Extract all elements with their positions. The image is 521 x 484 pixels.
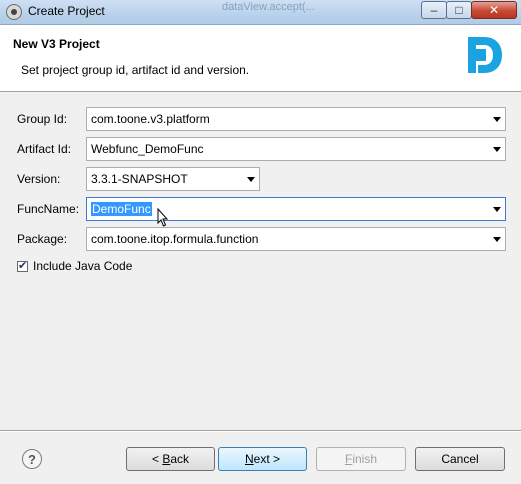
include-java-checkbox[interactable]: ✔: [17, 260, 28, 272]
chevron-down-icon[interactable]: [493, 207, 501, 212]
minimize-button[interactable]: –: [421, 1, 447, 19]
checkmark-icon: ✔: [18, 260, 28, 272]
close-button[interactable]: ✕: [471, 1, 517, 19]
group-id-value: com.toone.v3.platform: [91, 112, 210, 126]
artifact-id-combo[interactable]: Webfunc_DemoFunc: [86, 137, 506, 161]
version-value: 3.3.1-SNAPSHOT: [91, 172, 188, 186]
app-icon: [6, 4, 22, 20]
chevron-down-icon[interactable]: [493, 237, 501, 242]
include-java-label[interactable]: Include Java Code: [33, 259, 132, 273]
funcname-label: FuncName:: [17, 202, 80, 216]
wizard-header: New V3 Project Set project group id, art…: [0, 25, 521, 92]
version-combo[interactable]: 3.3.1-SNAPSHOT: [86, 167, 260, 191]
wizard-title: New V3 Project: [13, 37, 100, 51]
package-label: Package:: [17, 232, 68, 246]
cancel-button[interactable]: Cancel: [415, 447, 505, 471]
group-id-label: Group Id:: [17, 112, 68, 126]
maximize-button[interactable]: □: [446, 1, 472, 19]
wizard-description: Set project group id, artifact id and ve…: [21, 63, 250, 77]
package-combo[interactable]: com.toone.itop.formula.function: [86, 227, 506, 251]
chevron-down-icon[interactable]: [493, 147, 501, 152]
artifact-id-value: Webfunc_DemoFunc: [91, 142, 204, 156]
funcname-value: DemoFunc: [91, 202, 152, 216]
group-id-combo[interactable]: com.toone.v3.platform: [86, 107, 506, 131]
wizard-logo-icon: [468, 37, 502, 73]
artifact-id-label: Artifact Id:: [17, 142, 72, 156]
background-editor-text: dataView.accept(...: [222, 1, 315, 13]
mouse-cursor-icon: [157, 208, 169, 227]
help-icon[interactable]: ?: [22, 449, 42, 469]
package-value: com.toone.itop.formula.function: [91, 232, 259, 246]
chevron-down-icon[interactable]: [247, 177, 255, 182]
funcname-combo[interactable]: DemoFunc: [86, 197, 506, 221]
version-label: Version:: [17, 172, 61, 186]
footer-separator: [0, 430, 521, 432]
title-bar: Create Project dataView.accept(... – □ ✕: [0, 0, 521, 25]
back-button[interactable]: < Back: [126, 447, 215, 471]
next-button[interactable]: Next >: [218, 447, 307, 471]
window-title: Create Project: [28, 4, 105, 18]
chevron-down-icon[interactable]: [493, 117, 501, 122]
finish-button[interactable]: Finish: [316, 447, 406, 471]
